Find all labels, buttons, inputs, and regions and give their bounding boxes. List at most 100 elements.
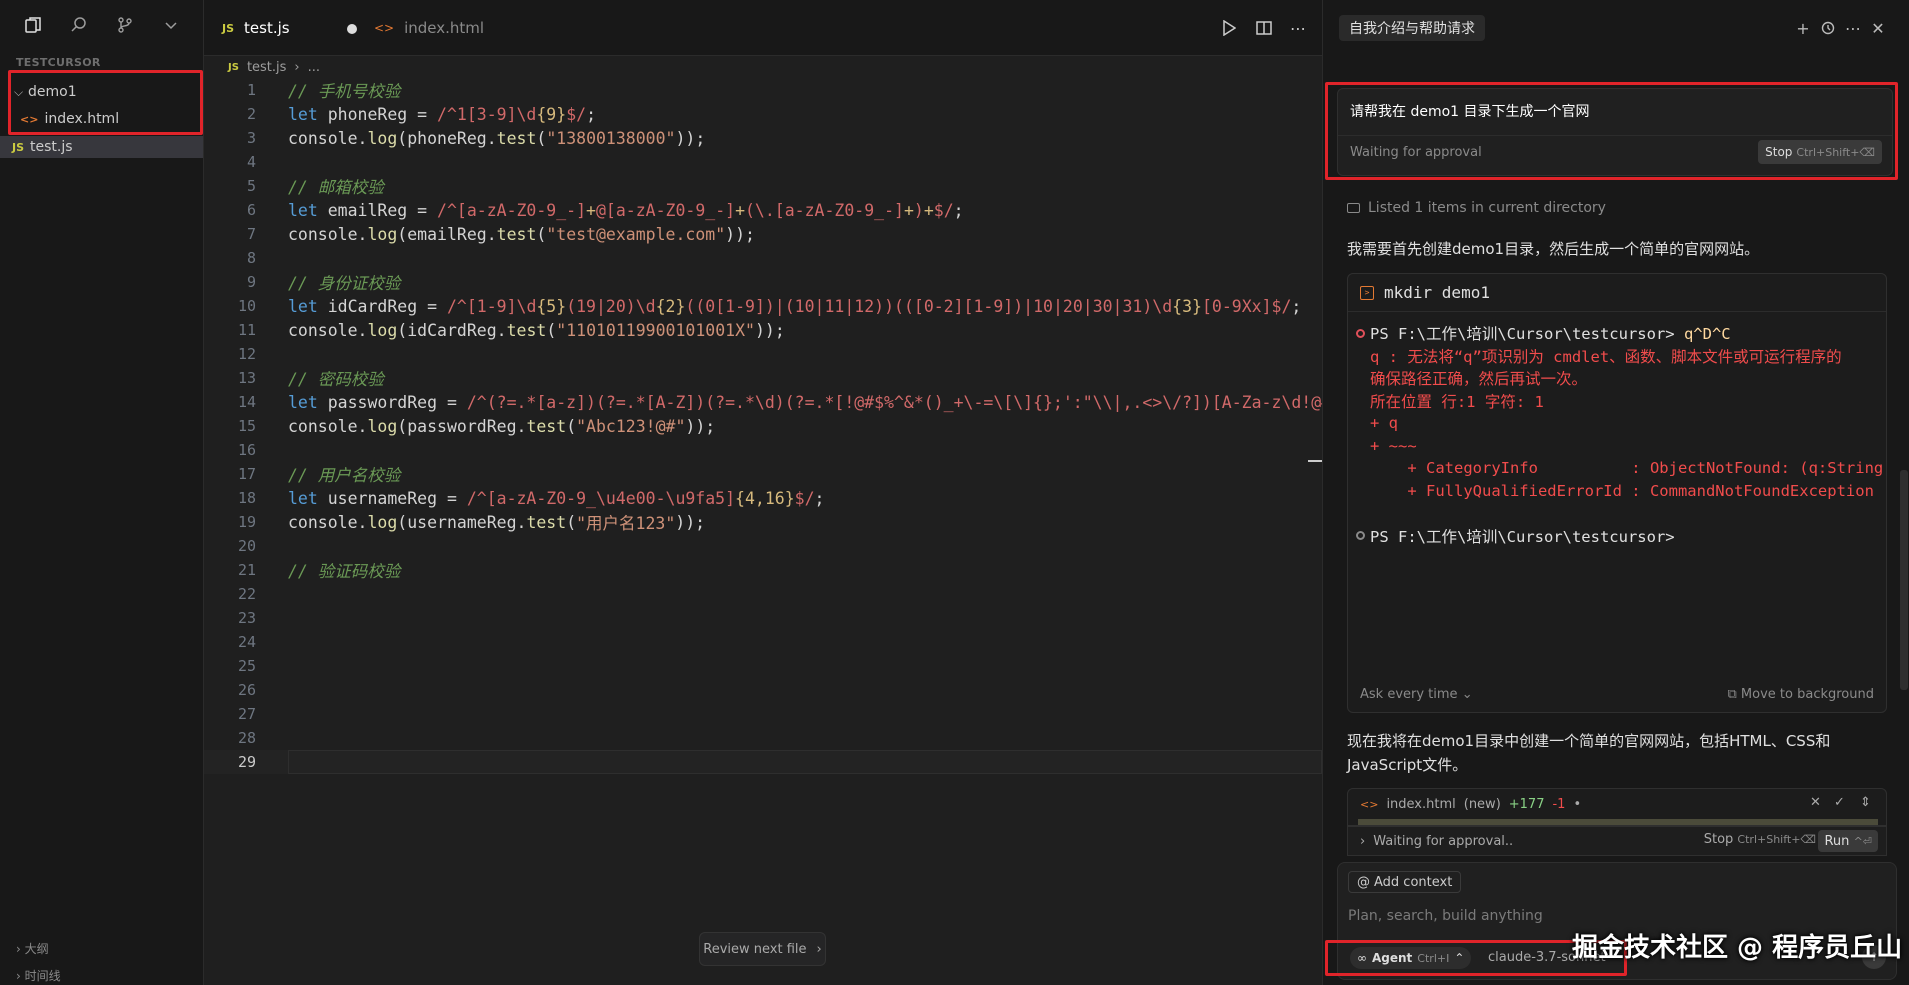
add-context-button[interactable]: @ Add context: [1348, 871, 1462, 893]
code-line[interactable]: 2 let phoneReg = /^1[3-9]\d {9} $/;: [204, 102, 1322, 126]
code-line[interactable]: 17 // 用户名校验: [204, 462, 1322, 486]
project-title[interactable]: TESTCURSOR: [16, 56, 101, 69]
approval-status: Waiting for approval..: [1373, 833, 1514, 849]
code-token: emailReg =: [327, 200, 438, 220]
unsaved-dot-icon[interactable]: [347, 24, 357, 34]
chevron-down-icon[interactable]: [160, 14, 182, 36]
ask-mode-select[interactable]: Ask every time ⌄: [1360, 687, 1473, 702]
search-icon[interactable]: [68, 14, 90, 36]
code-line[interactable]: 5 // 邮箱校验: [204, 174, 1322, 198]
more-icon[interactable]: ⋯: [1843, 18, 1863, 38]
history-icon[interactable]: [1818, 18, 1838, 38]
breadcrumb-file[interactable]: test.js: [247, 60, 286, 75]
review-next-file-button[interactable]: Review next file ›: [699, 932, 826, 966]
code-text: let phoneReg = /^1[3-9]\d {9} $/;: [288, 102, 1322, 126]
close-icon[interactable]: ✕: [1868, 18, 1888, 38]
expand-icon[interactable]: ⇕: [1860, 795, 1871, 810]
code-token: console.: [288, 320, 368, 340]
line-number: 19: [237, 513, 256, 531]
chevron-right-icon[interactable]: ›: [1360, 834, 1365, 849]
code-line[interactable]: 13 // 密码校验: [204, 366, 1322, 390]
code-line[interactable]: 24: [204, 630, 1322, 654]
move-to-background-button[interactable]: ⧉ Move to background: [1727, 687, 1874, 702]
code-token: // 密码校验: [288, 370, 384, 389]
code-line[interactable]: 27: [204, 702, 1322, 726]
code-line[interactable]: 20: [204, 534, 1322, 558]
timeline-section[interactable]: › 时间线: [16, 967, 61, 984]
more-actions-icon[interactable]: ⋯: [1288, 18, 1308, 38]
code-line[interactable]: 19 console. log (usernameReg. test("用户名123")…: [204, 510, 1322, 534]
code-line[interactable]: 23: [204, 606, 1322, 630]
user-prompt-card[interactable]: 请帮我在 demo1 目录下生成一个官网 Waiting for approva…: [1337, 88, 1893, 176]
code-line[interactable]: 15 console. log (passwordReg. test("Abc123!@…: [204, 414, 1322, 438]
outline-section[interactable]: › 大纲: [16, 940, 49, 957]
line-number: 7: [246, 225, 256, 243]
code-line[interactable]: 3 console. log (phoneReg. test("13800138000"…: [204, 126, 1322, 150]
code-line[interactable]: 14 let passwordReg = /^(?=.*[a-z])(?=.*[A…: [204, 390, 1322, 414]
stop-button[interactable]: Stop Ctrl+Shift+⌫: [1758, 140, 1882, 164]
editor-area: JS test.js <> index.html ⋯ JS test.js › …: [204, 0, 1322, 985]
tab-label: index.html: [404, 19, 485, 37]
code-line[interactable]: 26: [204, 678, 1322, 702]
code-line[interactable]: 18 let usernameReg = /^[a-zA-Z0-9_\u4e00-…: [204, 486, 1322, 510]
terminal-line: + FullyQualifiedErrorId : CommandNotFoun…: [1348, 480, 1886, 502]
run-button[interactable]: Run ^⏎: [1818, 830, 1878, 852]
tree-file-test-js[interactable]: JS test.js: [0, 136, 203, 158]
plus-icon[interactable]: +: [1793, 18, 1813, 38]
tab-test-js[interactable]: JS test.js: [222, 10, 377, 46]
chat-scrollbar[interactable]: [1900, 470, 1908, 690]
code-line[interactable]: 9 // 身份证校验: [204, 270, 1322, 294]
code-token: "test@example.com": [546, 224, 726, 244]
accept-icon[interactable]: ✓: [1834, 795, 1845, 810]
code-token: {2}: [655, 296, 686, 316]
code-line[interactable]: 1 // 手机号校验: [204, 78, 1322, 102]
code-line[interactable]: 25: [204, 654, 1322, 678]
reject-icon[interactable]: ✕: [1810, 795, 1821, 810]
code-text: let idCardReg = /^[1-9]\d {5} (19|20)\d {2}…: [288, 294, 1322, 318]
code-line[interactable]: 8: [204, 246, 1322, 270]
code-line[interactable]: 7 console. log (emailReg. test("test@example…: [204, 222, 1322, 246]
breadcrumb-rest[interactable]: ...: [308, 60, 320, 75]
code-line[interactable]: 12: [204, 342, 1322, 366]
chevron-right-icon: ›: [816, 941, 822, 957]
code-token: $/: [794, 488, 815, 508]
code-text: console. log (usernameReg. test("用户名123"));: [288, 510, 1322, 534]
split-editor-icon[interactable]: [1254, 18, 1274, 38]
agent-mode-select[interactable]: ∞ Agent Ctrl+I ⌃: [1350, 947, 1472, 969]
tool-call-listed[interactable]: Listed 1 items in current directory: [1347, 200, 1606, 216]
file-diff-card[interactable]: <> index.html (new) +177 -1 • ✕ ✓ ⇕: [1347, 788, 1887, 826]
code-line[interactable]: 6 let emailReg = /^[a-zA-Z0-9_-] + @[a-zA-Z…: [204, 198, 1322, 222]
terminal-card: > mkdir demo1 PS F:\工作\培训\Cursor\testcur…: [1347, 273, 1887, 713]
tree-file-index-html[interactable]: <> index.html: [0, 108, 203, 130]
code-token: ));: [754, 320, 785, 340]
terminal-token: 确保路径正确，然后再试一次。: [1370, 370, 1588, 388]
code-token: console.: [288, 512, 368, 532]
code-token: (: [546, 320, 557, 340]
agent-mode-shortcut: Ctrl+I: [1417, 951, 1450, 965]
approval-stop-button[interactable]: Stop Ctrl+Shift+⌫: [1704, 832, 1816, 847]
timeline-label: 时间线: [24, 969, 61, 983]
chevron-down-icon: ⌵: [14, 84, 24, 99]
code-line[interactable]: 21 // 验证码校验: [204, 558, 1322, 582]
code-line[interactable]: 22: [204, 582, 1322, 606]
code-line[interactable]: 16: [204, 438, 1322, 462]
tab-index-html[interactable]: <> index.html: [368, 10, 518, 46]
code-line[interactable]: 11 console. log (idCardReg. test("1101011990…: [204, 318, 1322, 342]
code-line[interactable]: 4: [204, 150, 1322, 174]
files-icon[interactable]: [22, 14, 44, 36]
code-text: // 用户名校验: [288, 462, 1322, 486]
code-token: log: [367, 512, 398, 532]
diff-tag: (new): [1463, 796, 1501, 812]
code-line[interactable]: 28: [204, 726, 1322, 750]
chat-tab-title[interactable]: 自我介绍与帮助请求: [1339, 15, 1485, 41]
chat-panel: 自我介绍与帮助请求 + ⋯ ✕ 请帮我在 demo1 目录下生成一个官网 Wai…: [1322, 0, 1909, 985]
source-control-icon[interactable]: [114, 14, 136, 36]
tree-folder-demo1[interactable]: ⌵ demo1: [0, 81, 203, 103]
line-number: 27: [237, 705, 256, 723]
run-icon[interactable]: [1219, 18, 1239, 38]
line-number: 8: [246, 249, 256, 267]
code-line[interactable]: 10 let idCardReg = /^[1-9]\d {5} (19|20)\d{…: [204, 294, 1322, 318]
code-token: // 验证码校验: [288, 562, 401, 581]
code-line[interactable]: 29: [204, 750, 1322, 774]
